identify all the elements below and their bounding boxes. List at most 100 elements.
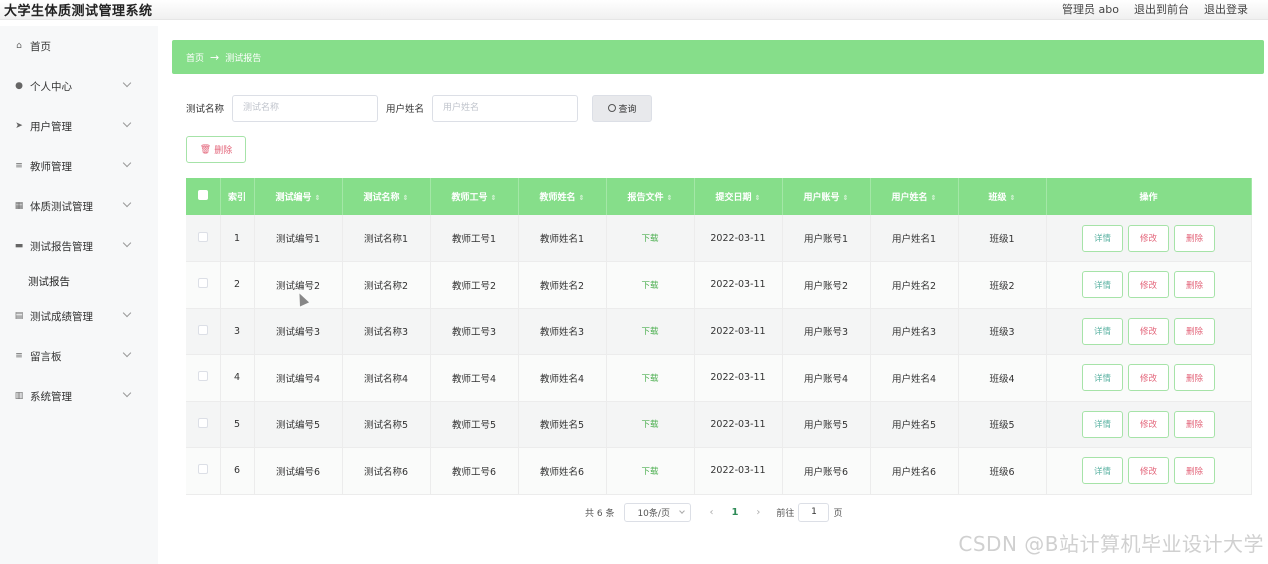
edit-button[interactable]: 修改	[1128, 410, 1169, 438]
column-header[interactable]: 用户账号 ⇕	[782, 178, 871, 215]
sidebar-item-label: 体质测试管理	[30, 200, 93, 213]
download-link[interactable]: 下载	[641, 327, 658, 337]
detail-button[interactable]: 详情	[1082, 410, 1123, 438]
detail-button[interactable]: 详情	[1082, 364, 1123, 392]
row-checkbox[interactable]	[197, 278, 208, 289]
back-to-front-link[interactable]: 退出到前台	[1134, 1, 1189, 17]
chevron-down-icon[interactable]	[122, 348, 132, 358]
page-size-select[interactable]: 10条/页	[624, 502, 692, 522]
sidebar-item-label: 个人中心	[30, 80, 72, 93]
row-checkbox-cell	[186, 447, 221, 495]
detail-button[interactable]: 详情	[1082, 224, 1123, 252]
sidebar-subitem[interactable]: 测试报告	[0, 266, 158, 296]
cell-index: 2	[220, 261, 255, 309]
sort-icon[interactable]: ⇕	[931, 194, 937, 202]
table-row: 6 测试编号6 测试名称6 教师工号6 教师姓名6 下载 2022-03-11 用户账号6 用户…	[186, 447, 1252, 495]
column-header[interactable]: 用户姓名 ⇕	[870, 178, 959, 215]
download-link[interactable]: 下载	[641, 420, 658, 430]
send-icon: ➤	[15, 121, 23, 131]
delete-button[interactable]: 删除	[1174, 271, 1215, 299]
breadcrumb-home[interactable]: 首页	[186, 51, 204, 64]
user-name-input[interactable]	[432, 94, 579, 122]
delete-button[interactable]: 删除	[1174, 317, 1215, 345]
sidebar-item-label: 测试报告管理	[30, 240, 93, 253]
delete-button[interactable]: 删除	[1174, 410, 1215, 438]
logout-link[interactable]: 退出登录	[1204, 1, 1248, 17]
chevron-down-icon[interactable]	[122, 308, 132, 318]
download-link[interactable]: 下载	[641, 234, 658, 244]
sort-icon[interactable]: ⇕	[491, 194, 497, 202]
cell-test-no: 测试编号4	[254, 354, 343, 402]
column-header[interactable]: 教师工号 ⇕	[430, 178, 519, 215]
row-checkbox[interactable]	[197, 231, 208, 242]
page-number-current[interactable]: 1	[731, 507, 738, 518]
edit-button[interactable]: 修改	[1128, 224, 1169, 252]
column-header[interactable]: 报告文件 ⇕	[606, 178, 695, 215]
next-page-button[interactable]: ›	[756, 507, 760, 518]
column-header[interactable]: 教师姓名 ⇕	[518, 178, 607, 215]
sort-icon[interactable]: ⇕	[755, 194, 761, 202]
delete-button[interactable]: 删除	[1174, 224, 1215, 252]
row-checkbox[interactable]	[197, 464, 208, 475]
column-header[interactable]: 班级 ⇕	[958, 178, 1047, 215]
row-checkbox[interactable]	[197, 371, 208, 382]
cell-teacher-no: 教师工号5	[430, 401, 519, 448]
query-button[interactable]: 查询	[592, 94, 653, 122]
chevron-down-icon[interactable]	[122, 158, 132, 168]
row-checkbox[interactable]	[197, 417, 208, 428]
prev-page-button[interactable]: ‹	[709, 507, 713, 518]
sidebar-item-label: 用户管理	[30, 120, 72, 133]
sidebar-item[interactable]: ● 个人中心	[0, 66, 158, 106]
sidebar-item[interactable]: ▬ 测试报告管理	[0, 226, 158, 266]
table-row: 1 测试编号1 测试名称1 教师工号1 教师姓名1 下载 2022-03-11 用户账号1 用户…	[186, 215, 1252, 262]
goto-page-input[interactable]	[798, 502, 830, 522]
sidebar-item[interactable]: ▥ 系统管理	[0, 376, 158, 416]
row-actions-cell: 详情 修改 删除	[1046, 401, 1252, 448]
edit-button[interactable]: 修改	[1128, 364, 1169, 392]
cell-index: 4	[220, 354, 255, 402]
edit-button[interactable]: 修改	[1128, 457, 1169, 485]
sidebar-item[interactable]: ⌂ 首页	[0, 26, 158, 66]
sort-icon[interactable]: ⇕	[667, 194, 673, 202]
column-header[interactable]: 提交日期 ⇕	[694, 178, 783, 215]
row-actions-cell: 详情 修改 删除	[1046, 354, 1252, 402]
sort-icon[interactable]: ⇕	[843, 194, 849, 202]
cell-class: 班级4	[958, 354, 1047, 402]
chevron-down-icon[interactable]	[122, 388, 132, 398]
detail-button[interactable]: 详情	[1082, 271, 1123, 299]
sidebar-item[interactable]: ▦ 体质测试管理	[0, 186, 158, 226]
row-actions-cell: 详情 修改 删除	[1046, 308, 1252, 355]
cell-class: 班级6	[958, 447, 1047, 495]
sidebar-item[interactable]: ≡ 留言板	[0, 336, 158, 376]
sort-icon[interactable]: ⇕	[403, 194, 409, 202]
download-link[interactable]: 下载	[641, 467, 658, 477]
column-header[interactable]: 测试编号 ⇕	[254, 178, 343, 215]
sidebar-item[interactable]: ▤ 测试成绩管理	[0, 296, 158, 336]
chevron-down-icon[interactable]	[122, 238, 132, 248]
cell-teacher-no: 教师工号1	[430, 215, 519, 262]
test-name-input[interactable]	[232, 94, 379, 122]
download-link[interactable]: 下载	[641, 281, 658, 291]
download-link[interactable]: 下载	[641, 374, 658, 384]
edit-button[interactable]: 修改	[1128, 271, 1169, 299]
delete-button[interactable]: 删除	[1174, 457, 1215, 485]
delete-button[interactable]: 删除	[1174, 364, 1215, 392]
batch-delete-button[interactable]: 🗑 删除	[186, 136, 246, 163]
column-header[interactable]: 测试名称 ⇕	[342, 178, 431, 215]
sidebar-item[interactable]: ≡ 教师管理	[0, 146, 158, 186]
sidebar-item[interactable]: ➤ 用户管理	[0, 106, 158, 146]
detail-button[interactable]: 详情	[1082, 457, 1123, 485]
chevron-down-icon[interactable]	[122, 78, 132, 88]
admin-label[interactable]: 管理员 abo	[1062, 1, 1119, 17]
message-icon: ▬	[14, 241, 24, 251]
trash-icon: 🗑	[199, 144, 212, 155]
sort-icon[interactable]: ⇕	[315, 194, 321, 202]
edit-button[interactable]: 修改	[1128, 317, 1169, 345]
row-checkbox[interactable]	[197, 324, 208, 335]
chevron-down-icon[interactable]	[122, 118, 132, 128]
detail-button[interactable]: 详情	[1082, 317, 1123, 345]
sort-icon[interactable]: ⇕	[579, 194, 585, 202]
select-all-checkbox[interactable]	[197, 190, 208, 200]
chevron-down-icon[interactable]	[122, 198, 132, 208]
sort-icon[interactable]: ⇕	[1010, 194, 1016, 202]
